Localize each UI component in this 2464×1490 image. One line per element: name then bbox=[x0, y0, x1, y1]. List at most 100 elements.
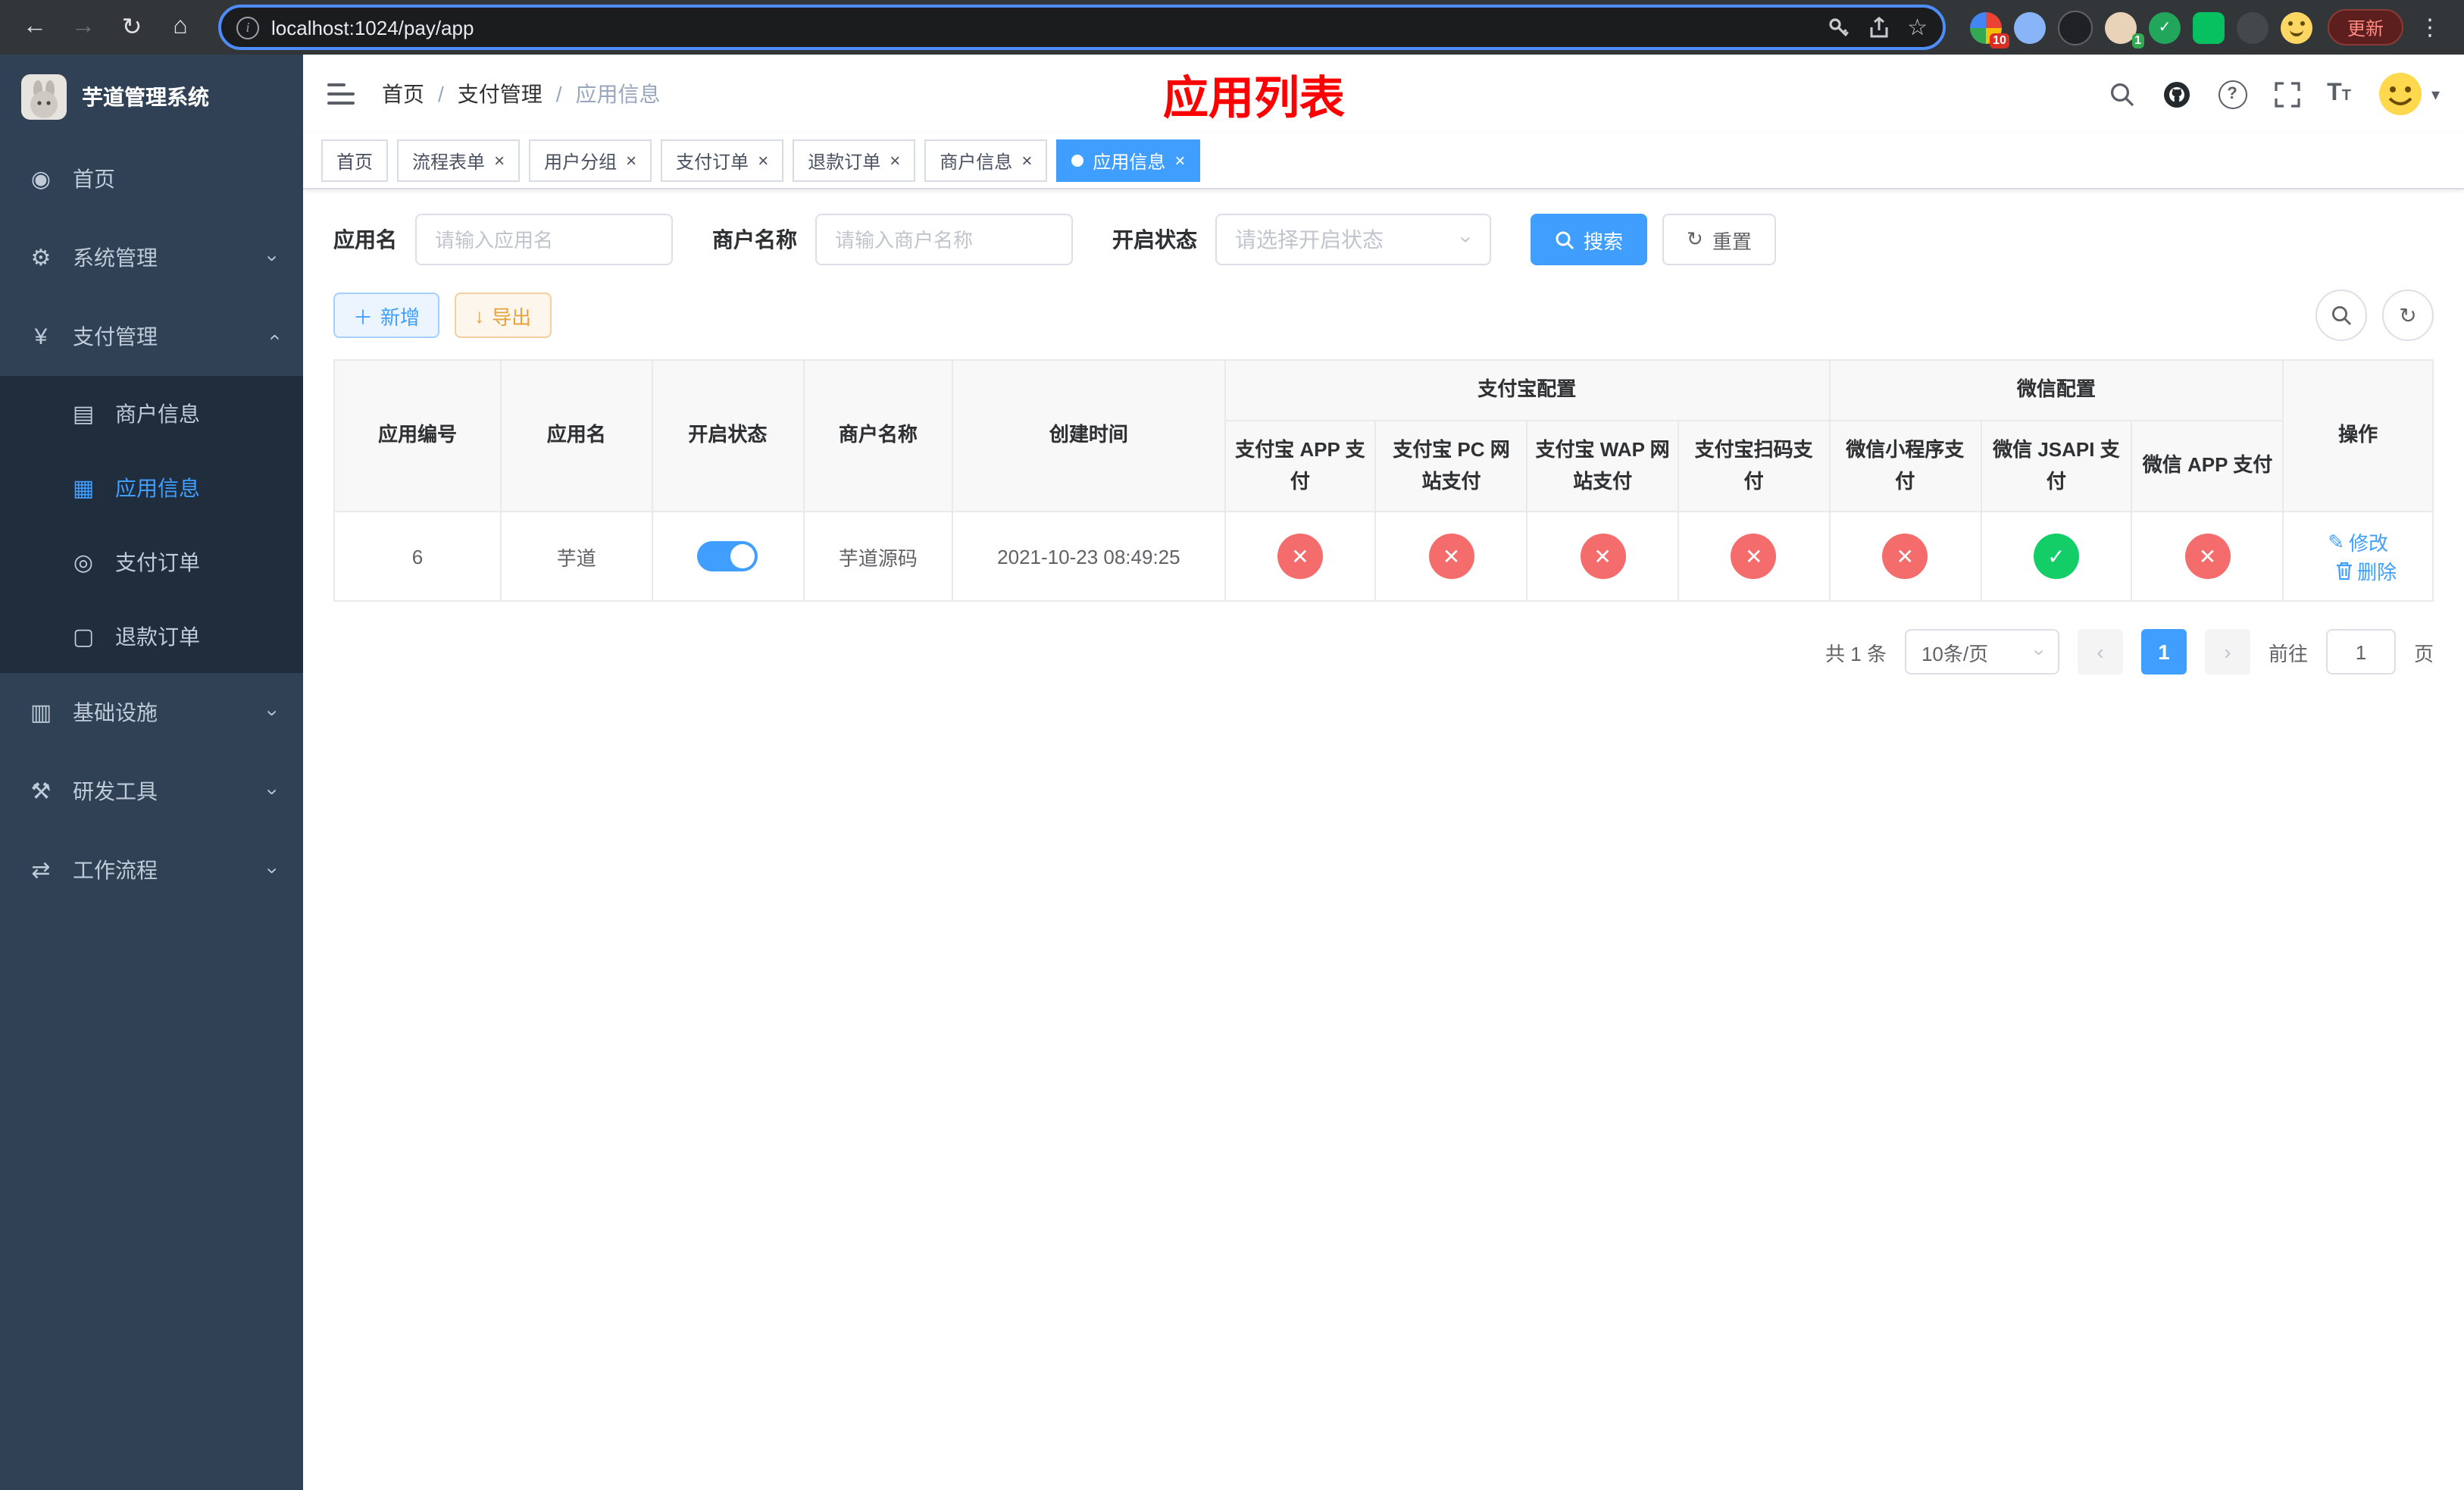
page-1-button[interactable]: 1 bbox=[2140, 629, 2187, 675]
breadcrumb-payment[interactable]: 支付管理 bbox=[458, 79, 543, 109]
user-avatar-menu[interactable]: ▾ bbox=[2378, 71, 2440, 117]
sidebar-item-system[interactable]: ⚙ 系统管理 › bbox=[0, 218, 303, 297]
config-status-icon: ✕ bbox=[1277, 534, 1323, 580]
tab-refund-orders[interactable]: 退款订单 × bbox=[793, 139, 916, 182]
refresh-table-button[interactable]: ↻ bbox=[2382, 290, 2434, 341]
close-icon[interactable]: × bbox=[626, 152, 636, 170]
extension-blue-icon[interactable] bbox=[2013, 11, 2046, 43]
status-toggle[interactable] bbox=[697, 541, 758, 572]
next-page-button[interactable]: › bbox=[2204, 629, 2250, 675]
dashboard-icon: ◉ bbox=[30, 167, 52, 193]
workflow-icon: ⇄ bbox=[31, 858, 51, 884]
page-size-select[interactable]: 10条/页 › bbox=[1904, 629, 2059, 675]
close-icon[interactable]: × bbox=[890, 152, 900, 170]
pagination: 共 1 条 10条/页 › ‹ 1 › 前往 页 bbox=[333, 629, 2434, 675]
sidebar-item-merchant-info[interactable]: ▤ 商户信息 bbox=[0, 376, 303, 450]
browser-menu-icon[interactable]: ⋮ bbox=[2412, 14, 2449, 41]
close-icon[interactable]: × bbox=[1021, 152, 1032, 170]
export-button[interactable]: ↓ 导出 bbox=[455, 293, 552, 338]
table-header-row: 应用编号 应用名 开启状态 商户名称 创建时间 支付宝配置 微信配置 操作 bbox=[333, 358, 2434, 513]
config-status-icon: ✕ bbox=[1882, 534, 1928, 580]
goto-page-input[interactable] bbox=[2325, 629, 2396, 675]
browser-forward-button[interactable]: → bbox=[64, 8, 103, 47]
main-area: 首页 / 支付管理 / 应用信息 应用列表 ? TT ▾ 首页 流程表单 × 用… bbox=[303, 55, 2464, 1490]
payment-submenu: ▤ 商户信息 ▦ 应用信息 ◎ 支付订单 ▢ 退款订单 bbox=[0, 376, 303, 673]
table-row: 6 芋道 芋道源码 2021-10-23 08:49:25 ✕ ✕ ✕ ✕ ✕ bbox=[333, 511, 2434, 603]
tab-merchant-info[interactable]: 商户信息 × bbox=[924, 139, 1048, 182]
reset-button[interactable]: ↻ 重置 bbox=[1662, 214, 1776, 265]
add-button[interactable]: ＋ 新增 bbox=[333, 293, 440, 338]
browser-home-button[interactable]: ⌂ bbox=[161, 8, 200, 47]
tab-label: 商户信息 bbox=[940, 151, 1013, 172]
yen-icon: ¥ bbox=[34, 324, 48, 349]
extension-puzzle-icon[interactable] bbox=[2236, 11, 2269, 43]
address-bar[interactable]: i localhost:1024/pay/app ☆ bbox=[218, 5, 1946, 50]
extension-wechat-icon[interactable] bbox=[2192, 11, 2225, 43]
close-icon[interactable]: × bbox=[758, 152, 768, 170]
extension-green-check-icon[interactable]: ✓ bbox=[2148, 11, 2181, 43]
cell-actions: ✎ 修改 删除 bbox=[2282, 511, 2434, 603]
browser-back-button[interactable]: ← bbox=[15, 8, 55, 47]
search-icon[interactable] bbox=[2109, 81, 2134, 107]
sidebar-item-pay-orders[interactable]: ◎ 支付订单 bbox=[0, 524, 303, 599]
close-icon[interactable]: × bbox=[1174, 152, 1185, 170]
help-icon[interactable]: ? bbox=[2218, 80, 2247, 108]
extension-dark-icon[interactable] bbox=[2057, 10, 2093, 45]
caret-down-icon: ▾ bbox=[2431, 86, 2440, 104]
chevron-down-icon: › bbox=[261, 866, 284, 874]
tab-app-info[interactable]: 应用信息 × bbox=[1056, 139, 1201, 182]
github-icon[interactable] bbox=[2162, 80, 2190, 108]
tab-label: 应用信息 bbox=[1093, 151, 1166, 172]
share-icon[interactable] bbox=[1868, 16, 1889, 39]
font-size-icon[interactable]: TT bbox=[2327, 80, 2351, 108]
breadcrumb-separator: / bbox=[555, 82, 562, 106]
sidebar-item-payment[interactable]: ¥ 支付管理 › bbox=[0, 297, 303, 376]
browser-update-button[interactable]: 更新 bbox=[2327, 9, 2403, 45]
site-info-icon[interactable]: i bbox=[236, 16, 259, 39]
status-select[interactable]: 请选择开启状态 › bbox=[1215, 214, 1491, 265]
sidebar-item-refund-orders[interactable]: ▢ 退款订单 bbox=[0, 599, 303, 673]
chevron-down-icon: › bbox=[2028, 649, 2051, 656]
tab-user-group[interactable]: 用户分组 × bbox=[529, 139, 652, 182]
sidebar-item-app-info[interactable]: ▦ 应用信息 bbox=[0, 450, 303, 524]
delete-link[interactable]: 删除 bbox=[2334, 557, 2397, 586]
extension-avatar-icon[interactable]: 1 bbox=[2104, 11, 2144, 48]
search-button[interactable]: 搜索 bbox=[1531, 214, 1648, 265]
group-alipay-config: 支付宝配置 bbox=[1224, 359, 1831, 421]
goto-suffix: 页 bbox=[2413, 642, 2434, 665]
bookmark-star-icon[interactable]: ☆ bbox=[1907, 14, 1928, 41]
cell-alipay-qr: ✕ bbox=[1677, 511, 1831, 603]
sidebar-item-home[interactable]: ◉ 首页 bbox=[0, 139, 303, 218]
sidebar-item-dev-tools[interactable]: ⚒ 研发工具 › bbox=[0, 752, 303, 831]
browser-reload-button[interactable]: ↻ bbox=[112, 8, 152, 47]
table-toolbar: ＋ 新增 ↓ 导出 ↻ bbox=[333, 290, 2434, 341]
breadcrumb: 首页 / 支付管理 / 应用信息 bbox=[382, 79, 661, 109]
sidebar-collapse-icon[interactable] bbox=[327, 83, 355, 105]
extension-grid-icon[interactable]: 10 bbox=[1969, 11, 2009, 48]
breadcrumb-home[interactable]: 首页 bbox=[382, 79, 424, 109]
app-name-input[interactable] bbox=[415, 214, 673, 265]
tab-pay-orders[interactable]: 支付订单 × bbox=[661, 139, 784, 182]
cell-alipay-app: ✕ bbox=[1224, 511, 1377, 603]
fullscreen-icon[interactable] bbox=[2274, 81, 2300, 107]
prev-page-button[interactable]: ‹ bbox=[2077, 629, 2123, 675]
merchant-name-input[interactable] bbox=[815, 214, 1073, 265]
gear-icon: ⚙ bbox=[30, 246, 52, 271]
sidebar-item-workflow[interactable]: ⇄ 工作流程 › bbox=[0, 831, 303, 909]
chevron-up-icon: › bbox=[261, 333, 284, 340]
cell-created: 2021-10-23 08:49:25 bbox=[952, 511, 1226, 603]
active-dot-icon bbox=[1071, 155, 1084, 167]
tab-process-form[interactable]: 流程表单 × bbox=[397, 139, 521, 182]
cell-wechat-app: ✕ bbox=[2131, 511, 2284, 603]
password-key-icon[interactable] bbox=[1827, 16, 1850, 39]
col-merchant: 商户名称 bbox=[802, 358, 954, 513]
tab-label: 首页 bbox=[336, 151, 374, 172]
edit-link[interactable]: ✎ 修改 bbox=[2328, 528, 2388, 557]
toggle-search-button[interactable] bbox=[2315, 290, 2367, 341]
tab-home[interactable]: 首页 bbox=[321, 139, 389, 182]
col-alipay-wap: 支付宝 WAP 网站支付 bbox=[1526, 419, 1679, 513]
extension-emoji-icon[interactable] bbox=[2280, 11, 2312, 43]
sidebar-item-infrastructure[interactable]: ▥ 基础设施 › bbox=[0, 673, 303, 752]
document-icon: ▢ bbox=[72, 624, 95, 650]
close-icon[interactable]: × bbox=[494, 152, 505, 170]
